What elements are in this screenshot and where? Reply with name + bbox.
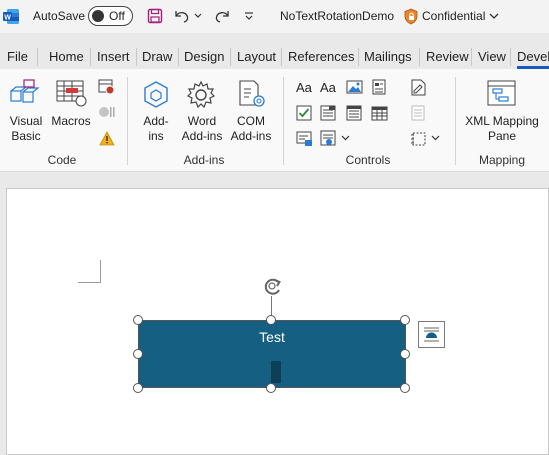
sensitivity-shield-icon[interactable] xyxy=(403,8,419,25)
word-logo-icon: W xyxy=(3,9,19,24)
resize-handle-top[interactable] xyxy=(266,315,276,325)
text-cursor xyxy=(271,361,281,383)
document-title[interactable]: NoTextRotationDemo xyxy=(280,9,394,23)
pause-recording-icon[interactable] xyxy=(98,105,116,119)
resize-handle-top-left[interactable] xyxy=(133,315,143,325)
toggle-knob xyxy=(92,10,104,22)
group-separator xyxy=(127,77,128,165)
visual-basic-icon xyxy=(10,79,40,103)
tab-view[interactable]: View xyxy=(478,49,506,64)
resize-handle-bottom[interactable] xyxy=(266,383,276,393)
group-separator xyxy=(455,77,456,165)
building-block-gallery-icon[interactable] xyxy=(371,79,388,96)
autosave-toggle[interactable]: Off xyxy=(88,6,133,26)
design-mode-icon[interactable] xyxy=(410,79,427,96)
tab-separator xyxy=(230,48,231,66)
tab-file[interactable]: File xyxy=(7,49,28,64)
visual-basic-label-line2: Basic xyxy=(11,129,41,143)
margin-corner-mark xyxy=(100,260,101,282)
tab-separator xyxy=(136,48,137,66)
layout-options-button[interactable] xyxy=(418,321,445,348)
xml-mapping-label-line1: XML Mapping xyxy=(465,114,539,128)
tab-separator xyxy=(471,48,472,66)
xml-mapping-pane-icon xyxy=(487,80,516,106)
com-addins-label-line1: COM xyxy=(237,114,265,128)
group-separator xyxy=(283,77,284,165)
tab-mailings[interactable]: Mailings xyxy=(364,49,412,64)
word-addins-label-line1: Word xyxy=(187,114,217,128)
checkbox-control-icon[interactable] xyxy=(296,105,312,121)
com-addins-label-line2: Add-ins xyxy=(230,129,272,143)
controls-group-label: Controls xyxy=(345,153,391,167)
tab-separator xyxy=(510,48,511,66)
addins-label-line1: Add- xyxy=(143,114,169,128)
undo-icon[interactable] xyxy=(172,6,192,26)
dropdown-list-control-icon[interactable] xyxy=(346,105,362,121)
mapping-group-label: Mapping xyxy=(478,153,526,167)
tab-separator xyxy=(358,48,359,66)
sensitivity-label[interactable]: Confidential xyxy=(422,9,485,23)
ribbon-developer: Visual Basic Macros Code Add- ins Word A… xyxy=(0,69,549,172)
tab-separator xyxy=(178,48,179,66)
code-group-label: Code xyxy=(47,153,77,167)
shape-text[interactable]: Test xyxy=(138,329,406,345)
redo-icon[interactable] xyxy=(212,6,232,26)
addins-label-line2: ins xyxy=(148,129,164,143)
tab-separator xyxy=(281,48,282,66)
tab-separator xyxy=(37,48,38,66)
tab-insert[interactable]: Insert xyxy=(97,49,130,64)
repeating-section-control-icon[interactable] xyxy=(320,130,338,148)
rich-text-control-button[interactable]: Aa xyxy=(296,80,312,95)
macro-security-warning-icon[interactable] xyxy=(99,131,115,146)
svg-text:W: W xyxy=(4,14,11,21)
tab-separator xyxy=(419,48,420,66)
customize-qat-icon[interactable] xyxy=(242,6,256,26)
macros-label: Macros xyxy=(51,114,91,128)
layout-options-icon xyxy=(424,327,439,342)
rotate-handle-icon[interactable] xyxy=(261,276,285,298)
tab-draw[interactable]: Draw xyxy=(142,49,172,64)
group-chevron-down-icon[interactable] xyxy=(431,135,440,141)
addins-hexagon-icon xyxy=(144,81,168,108)
resize-handle-left[interactable] xyxy=(133,349,143,359)
resize-handle-top-right[interactable] xyxy=(400,315,410,325)
ribbon-tabs: File Home Insert Draw Design Layout Refe… xyxy=(0,45,549,67)
save-icon[interactable] xyxy=(145,6,165,26)
combo-box-control-icon[interactable] xyxy=(320,105,336,121)
controls-chevron-down-icon[interactable] xyxy=(341,135,350,141)
undo-dropdown-chevron-icon[interactable] xyxy=(192,6,204,26)
tab-review[interactable]: Review xyxy=(426,49,469,64)
legacy-tools-icon[interactable] xyxy=(296,131,314,147)
xml-mapping-label-line2: Pane xyxy=(487,129,517,143)
margin-corner-mark xyxy=(78,282,101,283)
tab-layout[interactable]: Layout xyxy=(237,49,276,64)
sensitivity-chevron-down-icon[interactable] xyxy=(488,6,500,26)
plain-text-control-button[interactable]: Aa xyxy=(320,80,336,95)
resize-handle-bottom-left[interactable] xyxy=(133,383,143,393)
tab-developer[interactable]: Devel xyxy=(517,49,549,64)
resize-handle-bottom-right[interactable] xyxy=(400,383,410,393)
toggle-state-label: Off xyxy=(109,9,125,23)
tab-design[interactable]: Design xyxy=(184,49,224,64)
resize-handle-right[interactable] xyxy=(400,349,410,359)
record-macro-icon[interactable] xyxy=(98,79,116,95)
date-picker-control-icon[interactable] xyxy=(371,105,388,121)
picture-control-icon[interactable] xyxy=(346,79,363,95)
addins-group-label: Add-ins xyxy=(183,153,225,167)
tab-home[interactable]: Home xyxy=(49,49,84,64)
tab-separator xyxy=(90,48,91,66)
autosave-label: AutoSave xyxy=(33,9,86,23)
properties-icon xyxy=(411,105,425,121)
macros-icon xyxy=(56,80,87,107)
com-addins-icon xyxy=(239,80,265,107)
word-addins-label-line2: Add-ins xyxy=(181,129,223,143)
gear-icon xyxy=(186,80,216,109)
tab-references[interactable]: References xyxy=(288,49,354,64)
group-controls-icon[interactable] xyxy=(410,131,428,147)
visual-basic-label-line1: Visual xyxy=(9,114,43,128)
title-bar: W AutoSave Off NoTextRotationDemo Confid… xyxy=(0,0,549,33)
